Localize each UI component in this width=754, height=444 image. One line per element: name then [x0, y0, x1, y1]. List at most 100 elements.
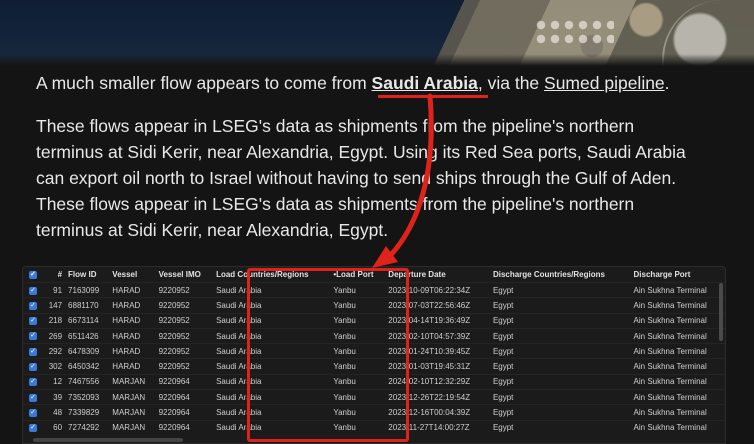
cell-flow-id: 7274292 [68, 423, 100, 433]
cell-discharge-country: Egypt [492, 316, 514, 326]
row-checkbox[interactable]: ✓ [23, 359, 42, 374]
checkbox-checked-icon: ✓ [29, 317, 37, 326]
cell-vessel-imo: 9220952 [158, 316, 190, 326]
col-vessel[interactable]: Vessel [109, 267, 155, 283]
paragraph-flows: These flows appear in LSEG's data as shi… [36, 113, 726, 243]
row-checkbox[interactable]: ✓ [23, 298, 42, 313]
table-row[interactable]: ✓ 39 7352093 MARJAN 9220964 Saudi Arabia Yanbu… [23, 389, 725, 405]
cell-departure-date: 2023-12-16T00:04:39Z [388, 408, 471, 418]
cell-number: 269 [48, 331, 63, 341]
row-checkbox[interactable]: ✓ [23, 374, 42, 389]
cell-vessel: MARJAN [112, 408, 146, 418]
cell-load-port: Yanbu [333, 331, 356, 341]
sumed-pipeline-link[interactable]: Sumed pipeline [544, 73, 665, 93]
cell-departure-date: 2024-02-10T12:32:29Z [388, 377, 471, 387]
cell-discharge-country: Egypt [492, 300, 514, 310]
cell-load-country: Saudi Arabia [216, 285, 262, 295]
col-vessel-imo[interactable]: Vessel IMO [156, 267, 213, 283]
cell-discharge-port: Ain Sukhna Terminal [633, 316, 707, 326]
cell-departure-date: 2023-01-24T10:39:45Z [388, 346, 471, 356]
cell-discharge-country: Egypt [492, 392, 514, 402]
flows-line-4: These flows appear in LSEG's data as shi… [36, 194, 635, 214]
cell-load-country: Saudi Arabia [216, 423, 262, 433]
checkbox-checked-icon: ✓ [29, 286, 37, 295]
cell-departure-date: 2023-01-03T19:45:31Z [388, 362, 471, 372]
horizontal-scrollbar[interactable] [33, 438, 183, 442]
table-row[interactable]: ✓ 91 7163099 HARAD 9220952 Saudi Arabia Yanbu 2… [23, 282, 725, 298]
cell-departure-date: 2023-12-26T22:19:54Z [388, 392, 471, 402]
cell-discharge-country: Egypt [492, 423, 514, 433]
cell-load-country: Saudi Arabia [216, 408, 262, 418]
table-row[interactable]: ✓ 269 6511426 HARAD 9220952 Saudi Arabia Yanbu… [23, 328, 725, 343]
satellite-tanks [534, 18, 614, 48]
table-row[interactable]: ✓ 147 6881170 HARAD 9220952 Saudi Arabia Yanbu… [23, 297, 725, 313]
cell-discharge-port: Ain Sukhna Terminal [633, 377, 707, 387]
cell-flow-id: 6673114 [68, 316, 99, 326]
cell-flow-id: 7467556 [68, 377, 100, 387]
col-flow-id[interactable]: Flow ID [65, 267, 109, 283]
flows-line-3: can export oil north to Israel without h… [36, 168, 677, 188]
flows-line-2: terminus at Sidi Kerir, near Alexandria,… [36, 142, 686, 162]
cell-load-port: Yanbu [333, 392, 356, 402]
image-fade [0, 54, 754, 66]
checkbox-checked-icon: ✓ [29, 363, 37, 372]
cell-load-country: Saudi Arabia [216, 392, 262, 402]
cell-vessel-imo: 9220952 [158, 346, 190, 356]
checkbox-checked-icon: ✓ [29, 424, 37, 433]
intro-text-end: . [664, 73, 670, 93]
col-discharge-countries[interactable]: Discharge Countries/Regions [490, 267, 631, 283]
col-number[interactable]: # [42, 267, 65, 283]
cell-discharge-port: Ain Sukhna Terminal [633, 423, 707, 433]
select-all-checkbox[interactable]: ✓ [23, 267, 42, 283]
col-load-countries[interactable]: Load Countries/Regions [213, 267, 330, 283]
row-checkbox[interactable]: ✓ [23, 283, 42, 298]
col-load-port[interactable]: •Load Port [330, 267, 385, 283]
cell-number: 147 [48, 300, 63, 310]
highlight-underline [378, 95, 488, 98]
checkbox-checked-icon: ✓ [29, 378, 37, 387]
row-checkbox[interactable]: ✓ [23, 344, 42, 359]
cell-number: 218 [48, 316, 63, 326]
checkbox-checked-icon: ✓ [29, 332, 37, 341]
cell-load-port: Yanbu [333, 377, 356, 387]
row-checkbox[interactable]: ✓ [23, 313, 42, 328]
cell-number: 48 [53, 408, 63, 418]
cell-vessel: HARAD [112, 285, 141, 295]
cell-load-country: Saudi Arabia [216, 331, 262, 341]
table-row[interactable]: ✓ 48 7339829 MARJAN 9220964 Saudi Arabia Yanbu… [23, 404, 725, 420]
cell-flow-id: 7352093 [68, 392, 100, 402]
table-row[interactable]: ✓ 12 7467556 MARJAN 9220964 Saudi Arabia Yanbu… [23, 374, 725, 389]
cell-load-country: Saudi Arabia [216, 316, 262, 326]
table-row[interactable]: ✓ 60 7274292 MARJAN 9220964 Saudi Arabia Yanbu… [23, 420, 725, 435]
data-table-screenshot: ✓ # Flow ID Vessel Vessel IMO Load Count… [22, 266, 726, 444]
flows-line-1: These flows appear in LSEG's data as shi… [36, 116, 635, 136]
col-departure-date[interactable]: Departure Date [385, 267, 490, 283]
cell-discharge-port: Ain Sukhna Terminal [633, 331, 707, 341]
row-checkbox[interactable]: ✓ [23, 420, 42, 435]
cell-load-port: Yanbu [333, 300, 356, 310]
cell-load-country: Saudi Arabia [216, 300, 262, 310]
cell-load-country: Saudi Arabia [216, 362, 262, 372]
table-row[interactable]: ✓ 218 6673114 HARAD 9220952 Saudi Arabia Yanbu… [23, 313, 725, 328]
cell-load-port: Yanbu [333, 316, 356, 326]
cell-load-port: Yanbu [333, 423, 356, 433]
vertical-scrollbar[interactable] [719, 283, 723, 341]
row-checkbox[interactable]: ✓ [23, 328, 42, 343]
cell-vessel-imo: 9220952 [158, 300, 190, 310]
table-row[interactable]: ✓ 292 6478309 HARAD 9220952 Saudi Arabia Yanbu… [23, 343, 725, 359]
cell-discharge-country: Egypt [492, 285, 514, 295]
checkbox-checked-icon: ✓ [29, 301, 37, 310]
cell-discharge-country: Egypt [492, 377, 514, 387]
checkbox-checked-icon: ✓ [29, 270, 37, 279]
cell-number: 39 [53, 392, 63, 402]
cell-vessel-imo: 9220964 [158, 377, 190, 387]
col-discharge-port[interactable]: Discharge Port [631, 267, 725, 283]
row-checkbox[interactable]: ✓ [23, 390, 42, 405]
row-checkbox[interactable]: ✓ [23, 405, 42, 420]
table-row[interactable]: ✓ 302 6450342 HARAD 9220952 Saudi Arabia Yanbu… [23, 358, 725, 374]
cell-departure-date: 2023-04-14T19:36:49Z [388, 316, 471, 326]
checkbox-checked-icon: ✓ [29, 393, 37, 402]
cell-flow-id: 7163099 [68, 285, 100, 295]
flows-table: ✓ # Flow ID Vessel Vessel IMO Load Count… [23, 267, 725, 435]
cell-departure-date: 2023-11-27T14:00:27Z [388, 423, 470, 433]
